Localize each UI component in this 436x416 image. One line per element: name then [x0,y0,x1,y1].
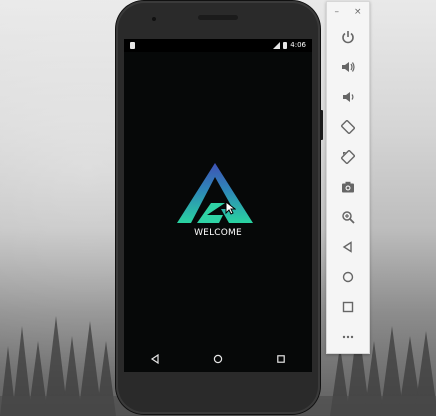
back-icon [342,241,352,253]
more-icon [342,335,354,339]
battery-icon [283,41,288,49]
volume-down-icon [343,92,354,102]
rotate-right-button[interactable] [327,142,369,172]
nav-home-button[interactable] [208,349,228,369]
sd-card-icon [130,42,135,49]
signal-icon [273,41,281,49]
emulator-toolbar: – × [326,1,370,354]
status-time: 4:06 [290,41,306,49]
rotate-left-button[interactable] [327,112,369,142]
status-icons: 4:06 [273,41,306,49]
earpiece-speaker [198,15,238,20]
volume-up-button[interactable] [327,52,369,82]
zoom-button[interactable] [327,202,369,232]
front-camera [152,17,156,21]
camera-icon [342,181,354,193]
screenshot-button[interactable] [327,172,369,202]
phone-side-button [320,110,323,140]
volume-down-button[interactable] [327,82,369,112]
volume-up-icon [342,62,355,72]
status-bar: 4:06 [124,39,312,52]
android-nav-bar [124,346,312,372]
recents-square-icon [276,355,285,363]
overview-icon [342,301,354,313]
minimize-button[interactable]: – [334,7,339,17]
nav-back-button[interactable] [145,349,165,369]
rotate-right-icon [341,150,355,164]
power-icon [342,31,354,44]
phone-screen[interactable]: 4:06 WELCOME [124,39,312,372]
back-triangle-icon [151,354,159,364]
overview-button[interactable] [327,292,369,322]
power-button[interactable] [327,22,369,52]
mouse-cursor-icon [225,201,236,215]
back-button[interactable] [327,232,369,262]
home-icon [342,271,354,283]
home-button[interactable] [327,262,369,292]
phone-frame: 4:06 WELCOME [116,1,320,414]
toolbar-header: – × [327,2,369,22]
rotate-left-icon [341,120,355,134]
app-logo [177,163,253,223]
welcome-label: WELCOME [194,228,242,238]
close-button[interactable]: × [354,7,362,17]
more-button[interactable] [327,322,369,352]
home-circle-icon [213,354,223,364]
nav-recents-button[interactable] [271,349,291,369]
zoom-icon [342,211,355,224]
